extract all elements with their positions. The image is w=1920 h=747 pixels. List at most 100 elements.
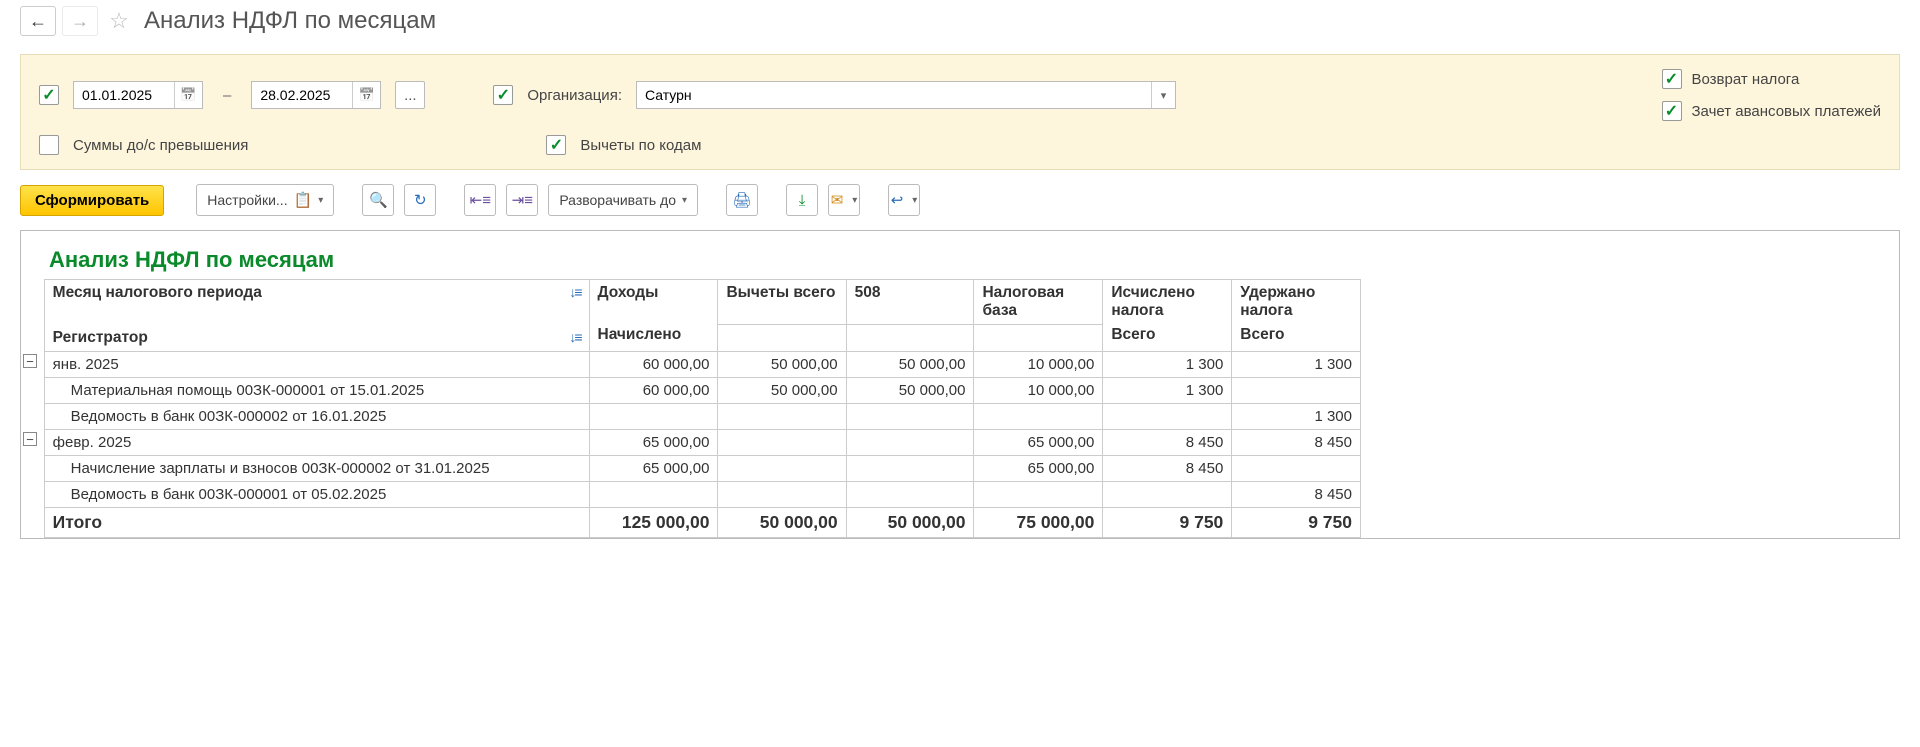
- cell-base: 10 000,00: [974, 351, 1103, 377]
- cell-base: 65 000,00: [974, 455, 1103, 481]
- cell-calc: 8 450: [1103, 455, 1232, 481]
- table-row[interactable]: −февр. 202565 000,0065 000,008 4508 450: [21, 429, 1361, 455]
- cell-ded: 50 000,00: [718, 377, 846, 403]
- find-button[interactable]: 🔍: [362, 184, 394, 216]
- date-from-field[interactable]: [73, 81, 203, 109]
- calendar-icon[interactable]: [352, 82, 380, 108]
- col-508[interactable]: 508: [846, 280, 974, 325]
- chevron-down-icon[interactable]: [1151, 82, 1175, 108]
- cell-c508: [846, 481, 974, 507]
- sort-icon[interactable]: [569, 329, 580, 345]
- refund-label: Возврат налога: [1692, 71, 1800, 88]
- codes-checkbox[interactable]: [546, 135, 566, 155]
- row-label: Ведомость в банк 00ЗК-000001 от 05.02.20…: [44, 481, 589, 507]
- col-withheld[interactable]: Удержано налога Всего: [1232, 280, 1361, 352]
- refresh-icon: ↻: [414, 191, 427, 209]
- cell-ded: [718, 429, 846, 455]
- col-reg[interactable]: Регистратор: [44, 325, 589, 352]
- col-income[interactable]: Доходы Начислено: [589, 280, 718, 352]
- row-label: февр. 2025: [44, 429, 589, 455]
- cell-income: 60 000,00: [589, 351, 718, 377]
- date-from-input[interactable]: [74, 82, 174, 108]
- page-title: Анализ НДФЛ по месяцам: [144, 7, 436, 35]
- chevron-down-icon: ▾: [912, 195, 917, 206]
- cell-ded: 50 000,00: [718, 351, 846, 377]
- cell-c508: [846, 429, 974, 455]
- cell-c508: [846, 403, 974, 429]
- settings-button[interactable]: Настройки... 📋 ▾: [196, 184, 334, 216]
- nav-back-button[interactable]: [20, 6, 56, 36]
- codes-label: Вычеты по кодам: [580, 137, 701, 154]
- cell-withheld: [1232, 455, 1361, 481]
- total-row: Итого 125 000,00 50 000,00 50 000,00 75 …: [21, 507, 1361, 537]
- collapse-icon: ⇤≡: [470, 191, 491, 209]
- cell-base: 65 000,00: [974, 429, 1103, 455]
- table-row[interactable]: Материальная помощь 00ЗК-000001 от 15.01…: [21, 377, 1361, 403]
- advance-checkbox[interactable]: [1662, 101, 1682, 121]
- excess-checkbox[interactable]: [39, 135, 59, 155]
- email-button[interactable]: ✉ ▾: [828, 184, 860, 216]
- chevron-down-icon: ▾: [682, 195, 687, 206]
- expand-to-button[interactable]: Разворачивать до ▾: [548, 184, 698, 216]
- period-dots-button[interactable]: ...: [395, 81, 425, 109]
- report-container: Анализ НДФЛ по месяцам Месяц налогового …: [20, 230, 1900, 539]
- generate-button[interactable]: Сформировать: [20, 185, 164, 216]
- cell-income: [589, 481, 718, 507]
- col-calc[interactable]: Исчислено налога Всего: [1103, 280, 1232, 352]
- org-select[interactable]: [636, 81, 1176, 109]
- calendar-icon[interactable]: [174, 82, 202, 108]
- col-calc-label: Исчислено налога: [1111, 284, 1223, 320]
- advance-label: Зачет авансовых платежей: [1692, 103, 1882, 120]
- col-base[interactable]: Налоговая база: [974, 280, 1103, 325]
- filter-panel: – ... Организация: Возврат налога Зачет …: [20, 54, 1900, 170]
- org-input[interactable]: [637, 87, 1151, 103]
- period-dash: –: [223, 87, 231, 104]
- total-withheld: 9 750: [1232, 507, 1361, 537]
- refresh-button[interactable]: ↻: [404, 184, 436, 216]
- col-ded[interactable]: Вычеты всего: [718, 280, 846, 325]
- period-checkbox[interactable]: [39, 85, 59, 105]
- arrow-right-icon: [71, 11, 89, 32]
- cell-income: 65 000,00: [589, 455, 718, 481]
- expand-all-button[interactable]: ⇥≡: [506, 184, 538, 216]
- table-row[interactable]: Начисление зарплаты и взносов 00ЗК-00000…: [21, 455, 1361, 481]
- loop-icon: ↩: [891, 191, 904, 209]
- col-withheld-label: Удержано налога: [1240, 284, 1352, 320]
- date-to-field[interactable]: [251, 81, 381, 109]
- sort-icon[interactable]: [569, 284, 580, 300]
- favorite-star-icon[interactable]: [104, 6, 134, 36]
- collapse-toggle[interactable]: −: [23, 354, 37, 368]
- print-button[interactable]: 🖨: [726, 184, 758, 216]
- table-row[interactable]: −янв. 202560 000,0050 000,0050 000,0010 …: [21, 351, 1361, 377]
- expand-to-label: Разворачивать до: [559, 192, 676, 208]
- cell-base: 10 000,00: [974, 377, 1103, 403]
- collapse-toggle[interactable]: −: [23, 432, 37, 446]
- cell-c508: 50 000,00: [846, 351, 974, 377]
- arrow-left-icon: [29, 11, 47, 32]
- save-button[interactable]: ⤓: [786, 184, 818, 216]
- cell-base: [974, 481, 1103, 507]
- date-to-input[interactable]: [252, 82, 352, 108]
- collapse-all-button[interactable]: ⇤≡: [464, 184, 496, 216]
- cell-calc: 1 300: [1103, 377, 1232, 403]
- org-checkbox[interactable]: [493, 85, 513, 105]
- table-row[interactable]: Ведомость в банк 00ЗК-000001 от 05.02.20…: [21, 481, 1361, 507]
- cell-withheld: 1 300: [1232, 351, 1361, 377]
- excess-label: Суммы до/с превышения: [73, 137, 248, 154]
- cell-ded: [718, 455, 846, 481]
- cell-calc: 1 300: [1103, 351, 1232, 377]
- paste-icon: 📋: [294, 191, 313, 209]
- refund-checkbox[interactable]: [1662, 69, 1682, 89]
- col-income-label: Доходы: [598, 284, 710, 302]
- table-row[interactable]: Ведомость в банк 00ЗК-000002 от 16.01.20…: [21, 403, 1361, 429]
- row-label: Ведомость в банк 00ЗК-000002 от 16.01.20…: [44, 403, 589, 429]
- cell-income: [589, 403, 718, 429]
- variants-button[interactable]: ↩ ▾: [888, 184, 920, 216]
- col-month[interactable]: Месяц налогового периода: [44, 280, 589, 325]
- cell-withheld: 8 450: [1232, 481, 1361, 507]
- nav-forward-button[interactable]: [62, 6, 98, 36]
- cell-withheld: 1 300: [1232, 403, 1361, 429]
- row-label: Материальная помощь 00ЗК-000001 от 15.01…: [44, 377, 589, 403]
- cell-withheld: 8 450: [1232, 429, 1361, 455]
- col-income-sub: Начислено: [598, 326, 710, 344]
